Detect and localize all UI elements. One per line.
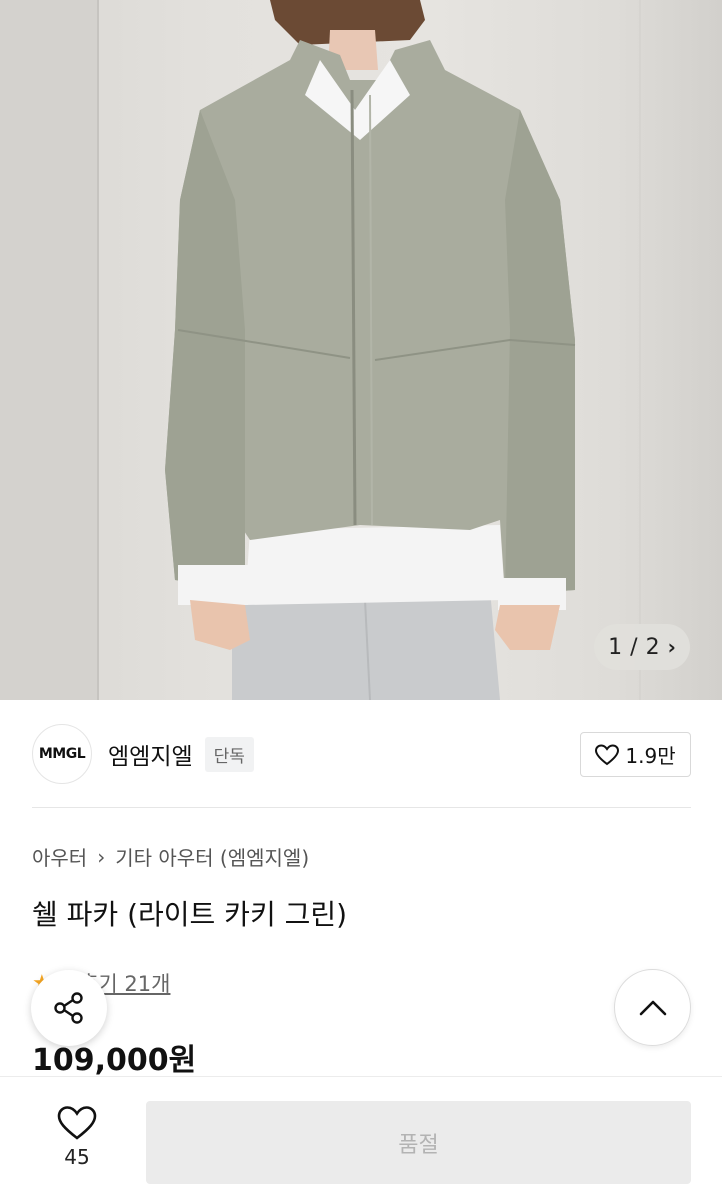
- breadcrumb: 아우터 › 기타 아우터 (엠엠지엘): [32, 842, 309, 871]
- brand-logo[interactable]: MMGL: [32, 724, 92, 784]
- exclusive-badge: 단독: [204, 736, 254, 772]
- chevron-up-icon: [639, 1000, 666, 1015]
- wishlist-count: 45: [64, 1145, 90, 1169]
- wishlist-button[interactable]: 45: [40, 1105, 114, 1169]
- sold-out-button[interactable]: 품절: [146, 1101, 691, 1184]
- divider: [32, 807, 691, 808]
- heart-icon: [595, 743, 620, 765]
- breadcrumb-item-other-outer[interactable]: 기타 아우터 (엠엠지엘): [115, 842, 309, 871]
- brand-row: MMGL 엠엠지엘 단독 1.9만: [32, 722, 691, 786]
- brand-name[interactable]: 엠엠지엘: [108, 737, 193, 771]
- product-image[interactable]: 1 / 2 ›: [0, 0, 722, 700]
- image-counter-separator: /: [630, 634, 638, 660]
- brand-like-count: 1.9만: [625, 744, 676, 768]
- chevron-right-icon[interactable]: ›: [668, 635, 676, 659]
- heart-icon: [57, 1106, 97, 1140]
- image-counter-total: 2: [645, 634, 660, 660]
- image-counter[interactable]: 1 / 2 ›: [594, 624, 690, 670]
- bottom-action-bar: 45 품절: [0, 1076, 722, 1200]
- breadcrumb-item-outer[interactable]: 아우터: [32, 842, 87, 871]
- image-counter-current: 1: [608, 634, 623, 660]
- share-button[interactable]: [31, 970, 107, 1046]
- share-icon: [54, 992, 83, 1024]
- chevron-right-icon: ›: [97, 844, 106, 869]
- product-title: 쉘 파카 (라이트 카키 그린): [32, 898, 348, 931]
- scroll-top-button[interactable]: [614, 969, 691, 1046]
- product-photo: [0, 0, 641, 700]
- brand-like-button[interactable]: 1.9만: [580, 732, 691, 777]
